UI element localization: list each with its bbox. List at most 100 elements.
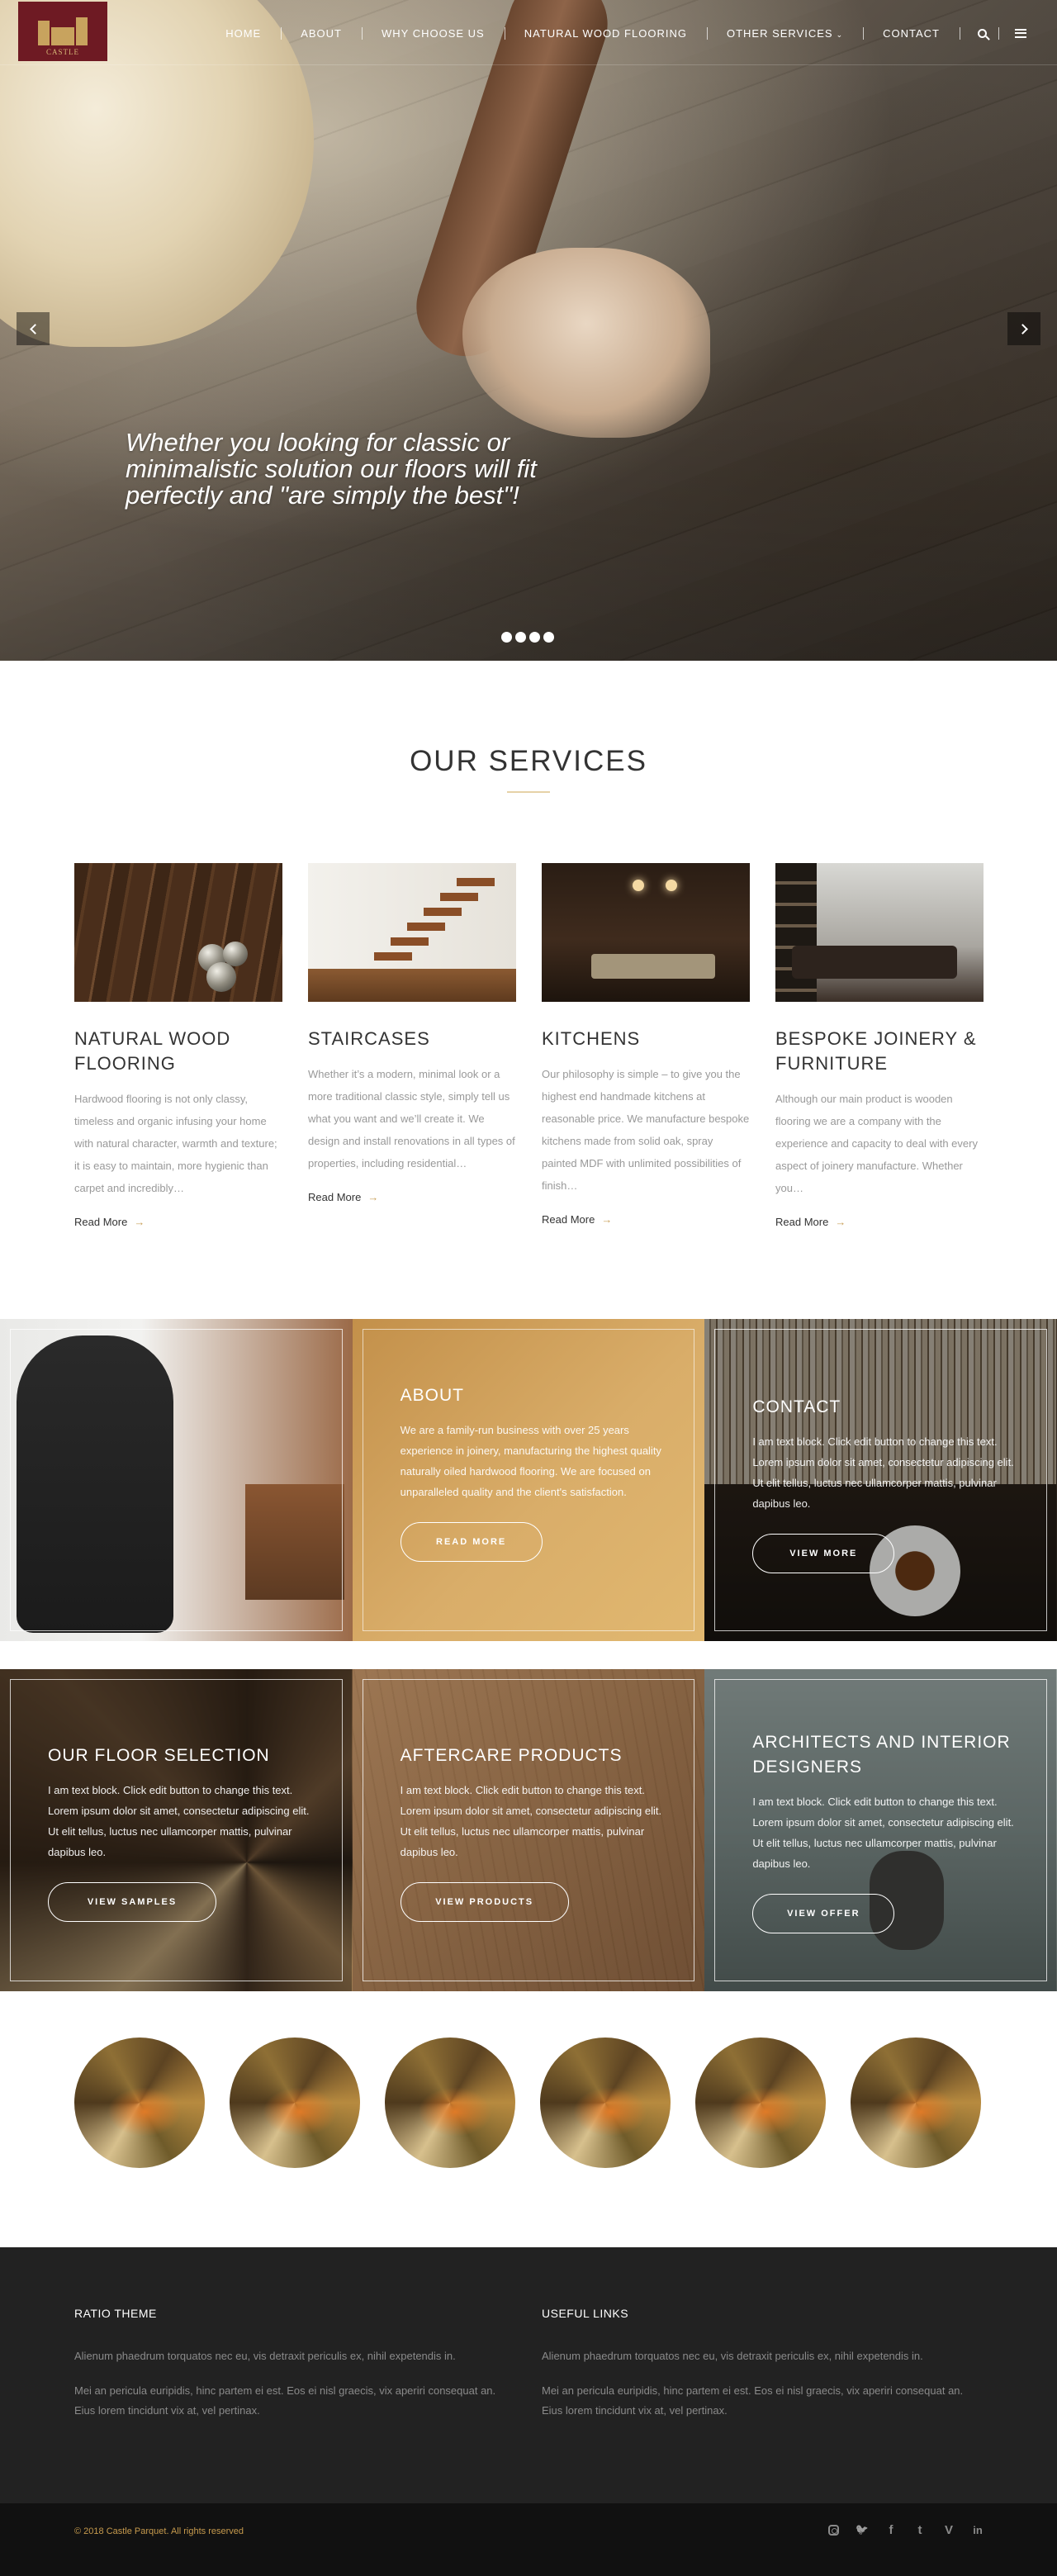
- hero-slider: CASTLE HOME ABOUT WHY CHOOSE US NATURAL …: [0, 0, 1057, 661]
- nav-item-natural-wood-flooring[interactable]: NATURAL WOOD FLOORING: [504, 26, 707, 40]
- read-more-button[interactable]: READ MORE: [400, 1522, 543, 1562]
- castle-logo-icon: [38, 14, 88, 45]
- footer-heading: USEFUL LINKS: [542, 2307, 629, 2320]
- nav-item-home[interactable]: HOME: [206, 27, 281, 40]
- footer-column-ratio-theme: RATIO THEME Alienum phaedrum torquatos n…: [74, 2307, 512, 2421]
- tile-content: ARCHITECTS AND INTERIOR DESIGNERS I am t…: [752, 1730, 1025, 1933]
- facebook-icon[interactable]: f: [884, 2521, 898, 2538]
- gallery-image[interactable]: [695, 2038, 826, 2168]
- service-image-staircases[interactable]: [308, 863, 516, 1002]
- tile-floor-selection: OUR FLOOR SELECTION I am text block. Cli…: [0, 1669, 353, 1991]
- footer-heading: RATIO THEME: [74, 2307, 157, 2320]
- view-products-button[interactable]: VIEW PRODUCTS: [400, 1882, 569, 1922]
- gallery-row: [74, 2038, 981, 2168]
- tile-decor: [728, 2087, 803, 2137]
- view-offer-button[interactable]: VIEW OFFER: [752, 1894, 895, 1933]
- tile-content: OUR FLOOR SELECTION I am text block. Cli…: [48, 1743, 320, 1922]
- slider-prev-button[interactable]: [17, 312, 50, 345]
- tile-title: AFTERCARE PRODUCTS: [400, 1746, 623, 1765]
- service-text: Our philosophy is simple – to give you t…: [542, 1068, 750, 1192]
- twitter-icon[interactable]: 🐦: [856, 2521, 869, 2538]
- tumblr-icon[interactable]: t: [913, 2521, 927, 2538]
- feature-tiles-row-2: OUR FLOOR SELECTION I am text block. Cli…: [0, 1669, 1057, 1991]
- chevron-left-icon: [29, 323, 40, 334]
- linkedin-icon[interactable]: in: [971, 2521, 984, 2538]
- arrow-right-icon: →: [367, 1191, 379, 1203]
- slider-dot[interactable]: [501, 632, 512, 643]
- chevron-down-icon: ⌄: [836, 30, 844, 39]
- tile-text: I am text block. Click edit button to ch…: [752, 1435, 1014, 1510]
- read-more-link[interactable]: Read More →: [775, 1216, 846, 1228]
- service-title: BESPOKE JOINERY & FURNITURE: [775, 1028, 977, 1074]
- copyright-text: © 2018 Castle Parquet. All rights reserv…: [74, 2526, 244, 2536]
- tile-decor: [573, 2087, 647, 2137]
- nav-item-why-choose-us[interactable]: WHY CHOOSE US: [362, 26, 505, 40]
- navbar: CASTLE HOME ABOUT WHY CHOOSE US NATURAL …: [0, 0, 1057, 66]
- arrow-right-icon: →: [601, 1213, 613, 1226]
- site-logo[interactable]: CASTLE: [18, 2, 107, 61]
- gallery-image[interactable]: [540, 2038, 671, 2168]
- service-title: KITCHENS: [542, 1028, 641, 1049]
- service-image-joinery[interactable]: [775, 863, 984, 1002]
- nav-item-other-services[interactable]: OTHER SERVICES ⌄: [706, 26, 863, 40]
- service-card-joinery: BESPOKE JOINERY & FURNITURE Although our…: [775, 863, 984, 1230]
- read-more-label: Read More: [542, 1213, 595, 1226]
- footer: RATIO THEME Alienum phaedrum torquatos n…: [0, 2247, 1057, 2503]
- main-nav: HOME ABOUT WHY CHOOSE US NATURAL WOOD FL…: [206, 25, 1032, 41]
- tile-decor: [418, 2087, 492, 2137]
- chevron-right-icon: [1017, 323, 1028, 334]
- tile-text: We are a family-run business with over 2…: [400, 1424, 661, 1498]
- service-image-wood-flooring[interactable]: [74, 863, 282, 1002]
- gallery-image[interactable]: [851, 2038, 981, 2168]
- tile-image-man: [0, 1319, 353, 1641]
- service-image-kitchens[interactable]: [542, 863, 750, 1002]
- tile-content: ABOUT We are a family-run business with …: [400, 1383, 673, 1562]
- service-text: Although our main product is wooden floo…: [775, 1093, 978, 1194]
- menu-icon[interactable]: [1009, 25, 1032, 41]
- gallery-section: [0, 1991, 1057, 2247]
- view-more-button[interactable]: VIEW MORE: [752, 1534, 895, 1573]
- gallery-image[interactable]: [385, 2038, 515, 2168]
- gallery-image[interactable]: [230, 2038, 360, 2168]
- slider-next-button[interactable]: [1007, 312, 1040, 345]
- tile-text: I am text block. Click edit button to ch…: [752, 1796, 1014, 1870]
- services-title: OUR SERVICES: [410, 745, 647, 777]
- gallery-image[interactable]: [74, 2038, 205, 2168]
- nav-item-about[interactable]: ABOUT: [281, 26, 362, 40]
- service-title: NATURAL WOOD FLOORING: [74, 1028, 231, 1074]
- vimeo-icon[interactable]: V: [942, 2521, 955, 2538]
- service-card-wood-flooring: NATURAL WOOD FLOORING Hardwood flooring …: [74, 863, 282, 1230]
- title-underline: [507, 791, 550, 793]
- read-more-link[interactable]: Read More →: [308, 1191, 378, 1203]
- service-title: STAIRCASES: [308, 1028, 430, 1049]
- read-more-label: Read More: [74, 1216, 128, 1228]
- footer-paragraph: Mei an pericula euripidis, hinc partem e…: [74, 2384, 496, 2417]
- tile-title: ABOUT: [400, 1386, 464, 1405]
- search-icon[interactable]: [970, 25, 993, 41]
- view-samples-button[interactable]: VIEW SAMPLES: [48, 1882, 216, 1922]
- nav-divider-line: [0, 64, 1057, 65]
- services-section: OUR SERVICES NATURAL WOOD FLOORING Hardw…: [0, 661, 1057, 1319]
- slider-dot[interactable]: [543, 632, 554, 643]
- instagram-icon[interactable]: [827, 2521, 840, 2538]
- tile-title: ARCHITECTS AND INTERIOR DESIGNERS: [752, 1733, 1011, 1777]
- slider-pagination: [501, 632, 554, 643]
- tile-decor: [884, 2087, 958, 2137]
- tile-content: AFTERCARE PRODUCTS I am text block. Clic…: [400, 1743, 673, 1922]
- hero-caption: Whether you looking for classic or minim…: [126, 428, 537, 510]
- tile-about: ABOUT We are a family-run business with …: [352, 1319, 705, 1641]
- service-card-staircases: STAIRCASES Whether it’s a modern, minima…: [308, 863, 516, 1230]
- tile-text: I am text block. Click edit button to ch…: [48, 1784, 310, 1858]
- slider-dot[interactable]: [529, 632, 540, 643]
- tile-title: CONTACT: [752, 1397, 841, 1416]
- service-text: Whether it’s a modern, minimal look or a…: [308, 1068, 515, 1169]
- footer-column-useful-links: USEFUL LINKS Alienum phaedrum torquatos …: [542, 2307, 979, 2421]
- nav-item-contact[interactable]: CONTACT: [863, 26, 960, 40]
- logo-text: CASTLE: [45, 48, 79, 56]
- feature-tiles-row-1: ABOUT We are a family-run business with …: [0, 1319, 1057, 1641]
- service-text: Hardwood flooring is not only classy, ti…: [74, 1093, 277, 1194]
- read-more-link[interactable]: Read More →: [74, 1216, 145, 1228]
- read-more-link[interactable]: Read More →: [542, 1213, 612, 1226]
- slider-dot[interactable]: [515, 632, 526, 643]
- tile-decor: [263, 2087, 337, 2137]
